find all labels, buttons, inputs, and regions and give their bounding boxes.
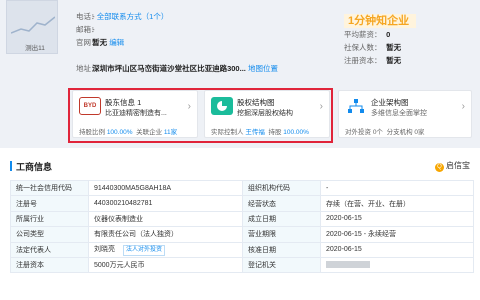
table-row: 所属行业 仪器仪表制造业 成立日期 2020-06-15 (10, 210, 474, 228)
highlight-box (68, 88, 333, 143)
table-row: 注册资本 5000万元人民币 登记机关 (10, 256, 474, 274)
phone-row: 电话： - 全部联系方式（1个） (76, 12, 169, 21)
table-row: 注册号 440300210482781 经营状态 存续（在营、开业、在册） (10, 195, 474, 212)
legal-rep-name[interactable]: 刘晓亮 (94, 246, 115, 253)
table-row: 统一社会信用代码 91440300MA5G8AH18A 组织机构代码 - (10, 179, 474, 197)
qixinbao-logo-icon: Q (435, 163, 444, 172)
email-row: 邮箱： - (76, 25, 99, 34)
business-info-table: 统一社会信用代码 91440300MA5G8AH18A 组织机构代码 - 注册号… (10, 179, 474, 274)
website-edit-link[interactable]: 编辑 (109, 38, 124, 47)
map-location-link[interactable]: 地图位置 (248, 64, 278, 73)
enterprise-structure-card[interactable]: 企业架构图 多维信息全面掌控 › 对外投资 0个 分支机构 0家 (338, 90, 472, 138)
contact-info: 电话： - 全部联系方式（1个） 邮箱： - 官网： 暂无 编辑 地址： 深圳市… (76, 10, 356, 75)
insured-count-row: 社保人数： 暂无 (344, 43, 402, 52)
website-row: 官网： 暂无 编辑 (76, 38, 125, 47)
address-row: 地址： 深圳市坪山区马峦街道沙堂社区比亚迪路300... 地图位置 (76, 64, 278, 73)
table-row: 公司类型 有限责任公司（法人独资） 营业期限 2020-06-15 - 永续经营 (10, 226, 474, 243)
business-info-section: 工商信息 Q 启信宝 统一社会信用代码 91440300MA5G8AH18A 组织… (10, 158, 474, 300)
enterprise-structure-icon (345, 97, 367, 115)
company-header: 测出11 电话： - 全部联系方式（1个） 邮箱： - 官网： 暂无 编辑 地址… (0, 0, 480, 148)
section-title: 工商信息 (16, 162, 53, 172)
provider-badge[interactable]: Q 启信宝 (435, 160, 470, 172)
table-row: 法定代表人 刘晓亮 法人对外投资 核准日期 2020-06-15 (10, 241, 474, 258)
avg-salary-row: 平均薪资： 0 (344, 30, 391, 39)
all-contacts-link[interactable]: 全部联系方式（1个） (97, 12, 169, 21)
redacted-value (326, 261, 370, 269)
trend-line-icon (11, 16, 55, 34)
score-label: 测出11 (25, 45, 45, 52)
quick-facts: 1分钟知企业 平均薪资： 0 社保人数： 暂无 注册资本： 暂无 (344, 14, 480, 67)
registered-capital-row: 注册资本： 暂无 (344, 56, 402, 65)
chevron-right-icon: › (461, 101, 465, 112)
one-minute-badge[interactable]: 1分钟知企业 (344, 14, 416, 28)
legal-investment-tag[interactable]: 法人对外投资 (122, 244, 165, 256)
